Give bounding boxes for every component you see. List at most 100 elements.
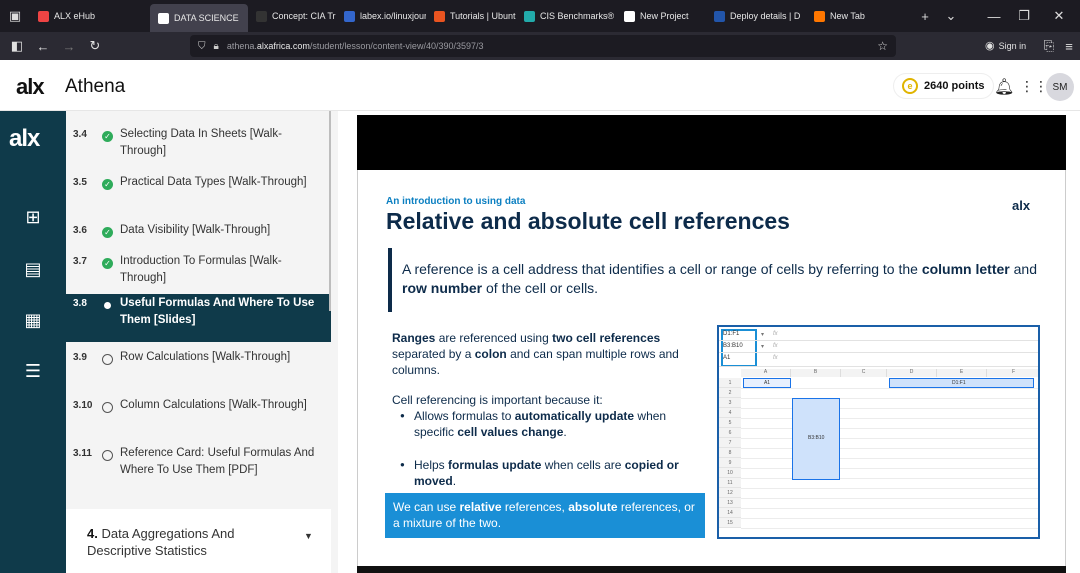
tab-label: New Project: [640, 11, 689, 21]
tab-overview-icon[interactable]: ▣: [0, 0, 30, 32]
empty-circle-icon: [102, 402, 113, 413]
browser-tab[interactable]: ALX eHub: [30, 0, 150, 32]
new-tab-icon[interactable]: +: [916, 0, 934, 32]
browser-tab[interactable]: CIS Benchmarks®: [516, 0, 616, 32]
dashboard-icon[interactable]: ⊞: [22, 206, 44, 228]
alx-logo[interactable]: alx: [16, 74, 45, 100]
row-header: 11: [719, 478, 741, 488]
browser-nav-bar: ◧ ← → ↻ ⛉ 🔒︎ athena.alxafrica.com/studen…: [0, 32, 1080, 60]
row-header: 6: [719, 428, 741, 438]
column-header: A: [741, 369, 791, 377]
tab-label: New Tab: [830, 11, 865, 21]
grid-line: [741, 418, 1038, 419]
empty-circle-icon: [102, 450, 113, 461]
document-icon[interactable]: ☰: [22, 360, 44, 382]
menu-icon[interactable]: ≡: [1056, 32, 1080, 60]
browser-tab[interactable]: Tutorials | Ubuntu: [426, 0, 516, 32]
callout-box: We can use relative references, absolute…: [385, 493, 705, 538]
column-header: B: [791, 369, 841, 377]
back-icon[interactable]: ←: [30, 32, 56, 60]
check-circle-icon: ✓: [102, 227, 113, 238]
lesson-item[interactable]: 3.4 ✓ Selecting Data In Sheets [Walk-Throu…: [66, 125, 331, 165]
forward-icon[interactable]: →: [56, 32, 82, 60]
lesson-title: Practical Data Types [Walk-Through]: [120, 176, 307, 188]
grid-line: [741, 488, 1038, 489]
lesson-title: Useful Formulas And Where To Use Them [S…: [120, 297, 315, 326]
notification-bell-icon[interactable]: 🔔︎: [994, 77, 1014, 97]
lesson-item[interactable]: 3.9 Row Calculations [Walk-Through]: [66, 348, 331, 388]
browser-tab[interactable]: DATA SCIENCE✕: [150, 4, 248, 32]
section-title: 4. Data Aggregations And Descriptive Sta…: [87, 526, 235, 558]
cell-a1: A1: [743, 378, 791, 388]
rail-alx-logo[interactable]: alx: [9, 125, 40, 153]
points-badge[interactable]: e 2640 points: [894, 74, 993, 98]
close-window-icon[interactable]: ✕: [1050, 0, 1068, 32]
section-4-header[interactable]: 4. Data Aggregations And Descriptive Sta…: [66, 509, 331, 573]
browser-tab[interactable]: New Project: [616, 0, 706, 32]
favicon-icon: [344, 10, 355, 22]
grid-line: [741, 498, 1038, 499]
favicon-icon: [158, 12, 169, 24]
lesson-number: 3.11: [73, 448, 92, 459]
range-label: B3:B10: [808, 435, 825, 441]
lesson-number: 3.6: [73, 225, 87, 236]
grid-line: [741, 458, 1038, 459]
lesson-list-scroll-thumb[interactable]: [329, 111, 331, 311]
browser-tab[interactable]: Concept: CIA Tria: [248, 0, 336, 32]
browser-tab[interactable]: Deploy details | D: [706, 0, 806, 32]
favicon-icon: [714, 10, 725, 22]
calendar-icon[interactable]: ▦: [22, 309, 44, 331]
check-circle-icon: ✓: [102, 258, 113, 269]
curriculum-icon[interactable]: ▤: [22, 258, 44, 280]
tab-label: Deploy details | D: [730, 11, 801, 21]
url-text: athena.alxafrica.com/student/lesson/cont…: [226, 41, 484, 51]
minimize-icon[interactable]: —: [985, 0, 1003, 32]
lesson-item[interactable]: 3.6 ✓ Data Visibility [Walk-Through]: [66, 221, 331, 247]
lesson-item[interactable]: 3.8 Useful Formulas And Where To Use Them…: [66, 294, 331, 342]
dropdown-icon: ▾: [761, 332, 765, 338]
formula-icon: fx: [773, 355, 778, 361]
bullet-item: Allows formulas to automatically update …: [400, 408, 700, 440]
grid-line: [741, 468, 1038, 469]
lesson-item[interactable]: 3.5 ✓ Practical Data Types [Walk-Through]: [66, 173, 331, 213]
row-header: 5: [719, 418, 741, 428]
browser-tab[interactable]: New Tab: [806, 0, 896, 32]
slide-top-bar: [357, 115, 1066, 170]
slide-bottom-bar: [357, 566, 1066, 573]
tab-label: ALX eHub: [54, 11, 96, 21]
row-header: 4: [719, 408, 741, 418]
reload-icon[interactable]: ↻: [82, 32, 108, 60]
spreadsheet-illustration: D1:F1 B3:B10 A1 ▾ ▾ fx fx fx ABCDEF12345…: [717, 325, 1040, 539]
column-header: C: [841, 369, 887, 377]
lesson-item[interactable]: 3.10 Column Calculations [Walk-Through]: [66, 396, 331, 436]
current-dot-icon: [104, 302, 111, 309]
slide-alx-logo: alx: [1012, 198, 1031, 213]
empty-circle-icon: [102, 354, 113, 365]
lesson-item[interactable]: 3.7 ✓ Introduction To Formulas [Walk-Throu…: [66, 252, 331, 292]
grid-line: [741, 398, 1038, 399]
row-header: 10: [719, 468, 741, 478]
sidebar-toggle-icon[interactable]: ◧: [4, 32, 30, 60]
row-header: 9: [719, 458, 741, 468]
tab-list-icon[interactable]: ⌄: [942, 0, 960, 32]
grid-line: [741, 438, 1038, 439]
restore-icon[interactable]: ❐: [1015, 0, 1033, 32]
range-label: D1:F1: [952, 380, 966, 386]
lesson-list: 4. Data Aggregations And Descriptive Sta…: [66, 111, 338, 573]
bookmark-star-icon[interactable]: ☆: [877, 39, 888, 53]
sign-in-button[interactable]: ◉ Sign in: [985, 39, 1026, 52]
grid-line: [741, 518, 1038, 519]
avatar[interactable]: SM: [1046, 73, 1074, 101]
favicon-icon: [434, 10, 445, 22]
ranges-paragraph: Ranges are referenced using two cell ref…: [392, 331, 679, 377]
address-bar[interactable]: ⛉ 🔒︎ athena.alxafrica.com/student/lesson…: [190, 35, 896, 57]
row-header: 2: [719, 388, 741, 398]
row-header: 13: [719, 498, 741, 508]
grid-line: [741, 408, 1038, 409]
row-header: 1: [719, 378, 741, 388]
lesson-number: 3.10: [73, 400, 93, 411]
range-b3-b10: B3:B10: [792, 398, 840, 480]
grid-line: [741, 528, 1038, 529]
browser-tab[interactable]: labex.io/linuxjour: [336, 0, 426, 32]
lesson-item[interactable]: 3.11 Reference Card: Useful Formulas And …: [66, 444, 331, 500]
